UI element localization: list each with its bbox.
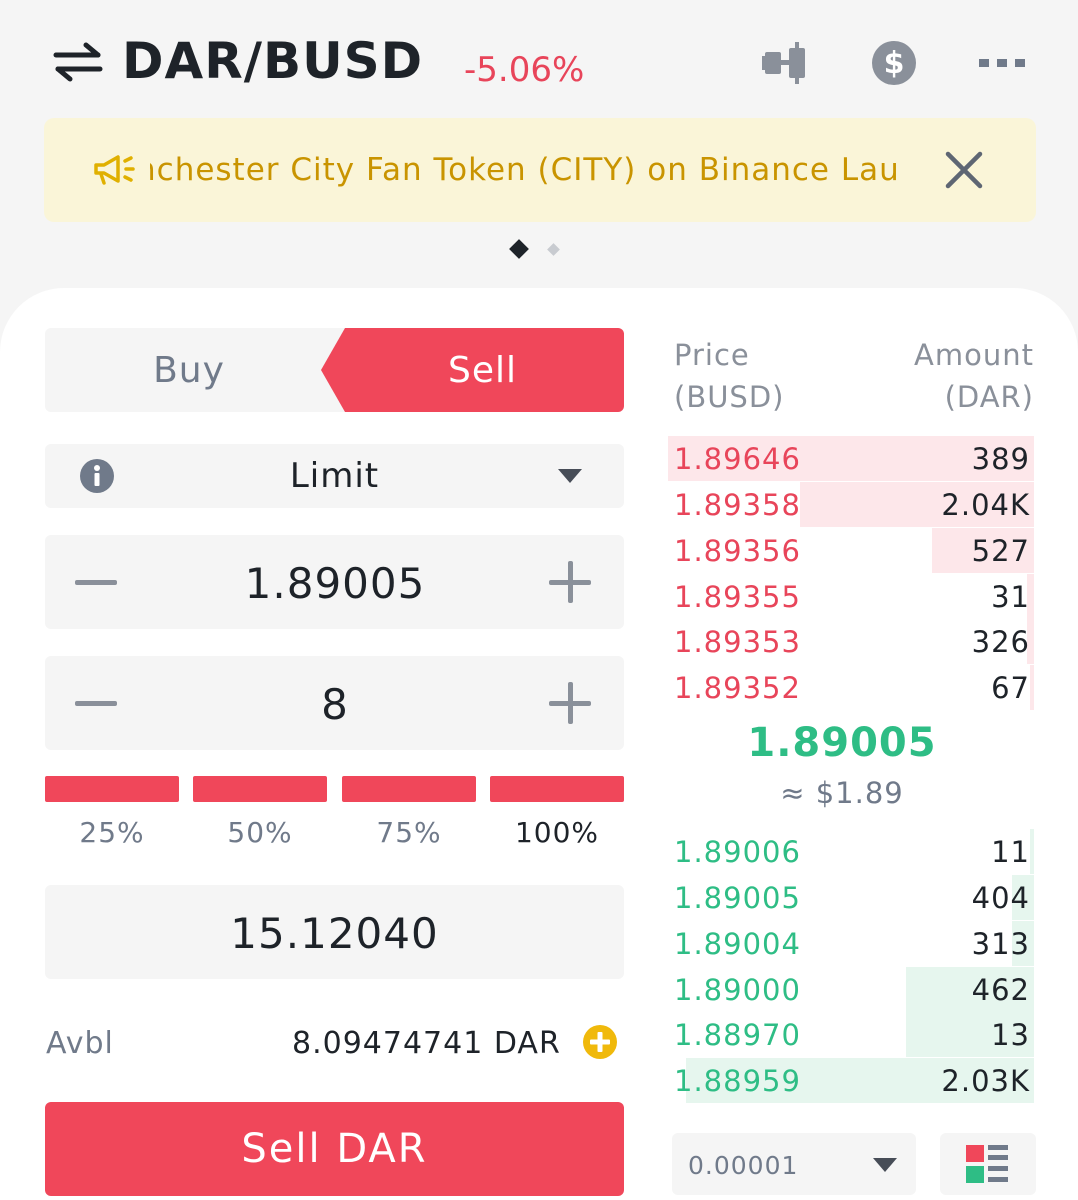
order-type-select[interactable]: Limit	[45, 444, 624, 508]
ask-price: 1.89352	[674, 671, 801, 705]
percent-label-50[interactable]: 50%	[193, 816, 327, 849]
pair-title[interactable]: DAR/BUSD	[122, 32, 423, 90]
bid-amount: 313	[971, 927, 1030, 961]
percent-50-bar[interactable]	[193, 776, 327, 802]
ask-amount: 67	[991, 671, 1030, 705]
last-price[interactable]: 1.89005	[668, 720, 1016, 766]
available-balance: 8.09474741 DAR	[292, 1026, 561, 1061]
tab-sell[interactable]: Sell	[321, 328, 624, 412]
header: DAR/BUSD -5.06% $	[0, 0, 1078, 120]
precision-select[interactable]: 0.00001	[672, 1133, 916, 1195]
percent-75-bar[interactable]	[342, 776, 476, 802]
orderbook-price-header: Price (BUSD)	[674, 338, 785, 414]
price-input[interactable]: 1.89005	[135, 559, 535, 608]
announcement-banner[interactable]: nchester City Fan Token (CITY) on Binanc…	[44, 118, 1036, 222]
tab-buy[interactable]: Buy	[45, 328, 333, 412]
ask-row[interactable]: 1.89352 67	[668, 665, 1034, 710]
available-label: Avbl	[46, 1026, 114, 1061]
precision-value: 0.00001	[688, 1151, 799, 1180]
add-funds-icon[interactable]	[582, 1024, 618, 1060]
total-input[interactable]: 15.12040	[45, 885, 624, 979]
announcement-text: nchester City Fan Token (CITY) on Binanc…	[150, 152, 900, 188]
ask-row[interactable]: 1.89356 527	[668, 528, 1034, 573]
bid-row[interactable]: 1.88970 13	[668, 1012, 1034, 1057]
page-dot-active	[509, 239, 529, 259]
bid-amount: 2.03K	[941, 1064, 1030, 1098]
percent-label-75[interactable]: 75%	[342, 816, 476, 849]
ask-amount: 2.04K	[941, 488, 1030, 522]
ask-price: 1.89353	[674, 625, 801, 659]
ask-row[interactable]: 1.89646 389	[668, 436, 1034, 481]
ask-price: 1.89356	[674, 534, 801, 568]
ask-amount: 389	[971, 442, 1030, 476]
last-price-fiat: ≈ $1.89	[780, 776, 904, 810]
close-icon[interactable]	[942, 148, 986, 192]
ask-amount: 31	[991, 580, 1030, 614]
total-value: 15.12040	[230, 909, 439, 958]
chevron-down-icon	[872, 1157, 898, 1173]
more-icon[interactable]	[974, 40, 1030, 86]
bid-row[interactable]: 1.89000 462	[668, 967, 1034, 1012]
order-type-label: Limit	[289, 456, 380, 496]
price-increase-button[interactable]	[547, 561, 593, 607]
ask-depth-bar	[1030, 665, 1034, 710]
amount-input[interactable]: 8	[135, 680, 535, 729]
bid-price: 1.89000	[674, 973, 801, 1007]
percent-100-bar[interactable]	[490, 776, 624, 802]
bid-price: 1.89004	[674, 927, 801, 961]
megaphone-icon	[92, 152, 138, 188]
banner-page-indicator	[0, 239, 1078, 259]
dollar-icon[interactable]: $	[866, 40, 922, 86]
page-dot	[547, 243, 560, 256]
orderbook-amount-header: Amount (DAR)	[914, 338, 1034, 414]
percent-25-bar[interactable]	[45, 776, 179, 802]
bid-price: 1.89006	[674, 835, 801, 869]
candlestick-chart-icon[interactable]	[758, 40, 814, 86]
ask-row[interactable]: 1.89358 2.04K	[668, 482, 1034, 527]
ask-price: 1.89646	[674, 442, 801, 476]
bid-row[interactable]: 1.88959 2.03K	[668, 1058, 1034, 1103]
percent-labels: 25% 50% 75% 100%	[45, 816, 624, 856]
amount-decrease-button[interactable]	[75, 680, 121, 726]
swap-icon[interactable]	[52, 42, 104, 82]
bid-amount: 404	[971, 881, 1030, 915]
amount-increase-button[interactable]	[547, 682, 593, 728]
ask-amount: 326	[971, 625, 1030, 659]
bid-depth-bar	[1030, 829, 1034, 874]
ask-price: 1.89358	[674, 488, 801, 522]
percent-label-100[interactable]: 100%	[490, 816, 624, 849]
bid-row[interactable]: 1.89004 313	[668, 921, 1034, 966]
bid-row[interactable]: 1.89006 11	[668, 829, 1034, 874]
price-change: -5.06%	[464, 50, 585, 90]
orderbook-layout-icon	[966, 1145, 1010, 1185]
bid-price: 1.88959	[674, 1064, 801, 1098]
price-stepper: 1.89005	[45, 535, 624, 629]
bid-amount: 11	[991, 835, 1030, 869]
ask-amount: 527	[971, 534, 1030, 568]
orderbook-layout-button[interactable]	[940, 1133, 1036, 1195]
bid-row[interactable]: 1.89005 404	[668, 875, 1034, 920]
price-decrease-button[interactable]	[75, 559, 121, 605]
bid-amount: 462	[971, 973, 1030, 1007]
chevron-down-icon	[557, 468, 583, 484]
ask-price: 1.89355	[674, 580, 801, 614]
bid-price: 1.88970	[674, 1018, 801, 1052]
bid-amount: 13	[991, 1018, 1030, 1052]
sell-button[interactable]: Sell DAR	[45, 1102, 624, 1196]
svg-text:$: $	[884, 46, 905, 81]
bid-price: 1.89005	[674, 881, 801, 915]
ask-row[interactable]: 1.89355 31	[668, 574, 1034, 619]
side-toggle: Buy Sell	[45, 328, 624, 412]
percent-label-25[interactable]: 25%	[45, 816, 179, 849]
amount-stepper: 8	[45, 656, 624, 750]
percent-slider	[45, 776, 624, 802]
ask-row[interactable]: 1.89353 326	[668, 619, 1034, 664]
